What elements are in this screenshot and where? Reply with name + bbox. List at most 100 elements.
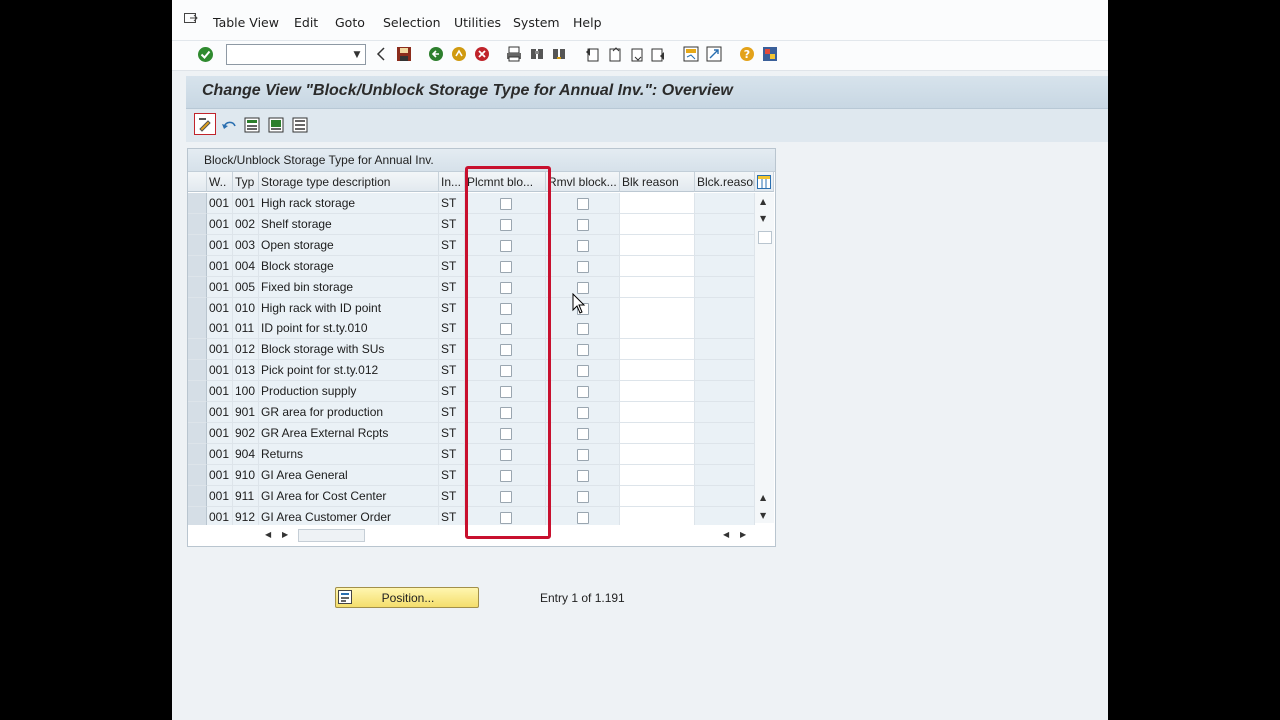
block-reason-input[interactable] [620,318,695,340]
menu-exit-icon[interactable] [184,13,198,24]
enter-icon[interactable] [196,45,214,63]
cancel-icon[interactable] [473,45,491,63]
customize-layout-icon[interactable] [761,45,779,63]
column-header-description[interactable]: Storage type description [259,172,439,192]
last-page-icon[interactable] [649,45,667,63]
block-reason-input[interactable] [620,422,695,444]
menu-system[interactable]: System [513,15,560,30]
removal-block-checkbox[interactable] [577,448,589,461]
removal-block-checkbox[interactable] [577,365,589,378]
removal-block-checkbox[interactable] [577,281,589,294]
row-selector[interactable] [188,360,207,382]
scroll-right-icon[interactable]: ▶ [282,530,288,539]
print-icon[interactable] [505,45,523,63]
removal-block-checkbox[interactable] [577,469,589,482]
removal-block-checkbox[interactable] [577,511,589,524]
scroll-left-icon[interactable]: ◀ [723,530,729,539]
row-selector[interactable] [188,443,207,465]
column-header-removal-block[interactable]: Rmvl block... [546,172,620,192]
select-all-rows-header[interactable] [188,172,207,192]
removal-block-checkbox[interactable] [577,323,589,336]
removal-block-checkbox[interactable] [577,260,589,273]
chevron-down-icon[interactable]: ▼ [349,45,365,64]
position-button[interactable]: Position... [335,587,479,608]
row-selector[interactable] [188,381,207,403]
removal-block-checkbox[interactable] [577,344,589,357]
block-reason-input[interactable] [620,485,695,507]
removal-block-checkbox[interactable] [577,407,589,419]
find-icon[interactable] [528,45,546,63]
block-reason-input[interactable] [620,402,695,423]
removal-block-checkbox[interactable] [577,427,589,440]
menu-help[interactable]: Help [573,15,602,30]
select-all-icon[interactable] [243,116,261,134]
block-reason-input[interactable] [620,381,695,403]
scroll-right-icon[interactable]: ▶ [740,530,746,539]
block-reason-input[interactable] [620,443,695,465]
next-page-icon[interactable] [627,45,645,63]
column-header-block-reason-text[interactable]: Blck.reason [695,172,755,192]
menu-goto[interactable]: Goto [335,15,365,30]
create-session-icon[interactable] [682,45,700,63]
block-reason-input[interactable] [620,464,695,486]
block-reason-input[interactable] [620,297,695,319]
column-header-storage-type[interactable]: Typ [233,172,259,192]
cell-inventory-method: ST [439,193,465,214]
row-selector[interactable] [188,339,207,361]
scroll-left-icon[interactable]: ◀ [265,530,271,539]
help-icon[interactable]: ? [738,45,756,63]
save-icon[interactable] [395,45,413,63]
row-selector[interactable] [188,464,207,486]
find-next-icon[interactable] [550,45,568,63]
block-reason-input[interactable] [620,234,695,256]
menu-table-view[interactable]: Table View [213,15,279,30]
undo-icon[interactable] [220,116,238,134]
deselect-all-icon[interactable] [291,116,309,134]
scroll-page-up-icon[interactable]: ▲ [760,493,766,502]
previous-page-icon[interactable] [605,45,623,63]
command-field[interactable]: ▼ [226,44,366,65]
row-selector[interactable] [188,193,207,214]
exit-icon[interactable] [450,45,468,63]
removal-block-checkbox[interactable] [577,490,589,503]
horizontal-scroll-thumb[interactable] [298,529,365,542]
row-selector[interactable] [188,234,207,256]
scroll-page-down-icon[interactable]: ▼ [760,511,766,520]
column-header-inventory-method[interactable]: In... [439,172,465,192]
select-block-icon[interactable] [267,116,285,134]
history-back-icon[interactable] [372,45,390,63]
checkbox-cell [546,318,620,340]
table-settings-icon[interactable] [755,172,774,192]
block-reason-input[interactable] [620,255,695,277]
menu-edit[interactable]: Edit [294,15,318,30]
scroll-thumb[interactable] [758,231,772,244]
removal-block-checkbox[interactable] [577,386,589,399]
row-selector[interactable] [188,485,207,507]
removal-block-checkbox[interactable] [577,218,589,231]
row-selector[interactable] [188,213,207,235]
row-selector[interactable] [188,276,207,298]
row-selector[interactable] [188,297,207,319]
column-header-warehouse[interactable]: W.. [207,172,233,192]
first-page-icon[interactable] [583,45,601,63]
block-reason-input[interactable] [620,339,695,361]
column-header-block-reason[interactable]: Blk reason [620,172,695,192]
removal-block-checkbox[interactable] [577,198,589,210]
scroll-up-icon[interactable]: ▲ [760,197,766,206]
scroll-down-icon[interactable]: ▼ [760,214,766,223]
row-selector[interactable] [188,402,207,423]
block-reason-input[interactable] [620,193,695,214]
shortcut-icon[interactable] [705,45,723,63]
row-selector[interactable] [188,255,207,277]
row-selector[interactable] [188,318,207,340]
menu-utilities[interactable]: Utilities [454,15,501,30]
removal-block-checkbox[interactable] [577,239,589,252]
block-reason-input[interactable] [620,360,695,382]
block-reason-input[interactable] [620,276,695,298]
display-change-icon[interactable] [194,113,216,135]
back-icon[interactable] [427,45,445,63]
vertical-scrollbar[interactable]: ▲ ▼ ▲ ▼ [755,193,774,523]
menu-selection[interactable]: Selection [383,15,441,30]
block-reason-input[interactable] [620,213,695,235]
row-selector[interactable] [188,422,207,444]
